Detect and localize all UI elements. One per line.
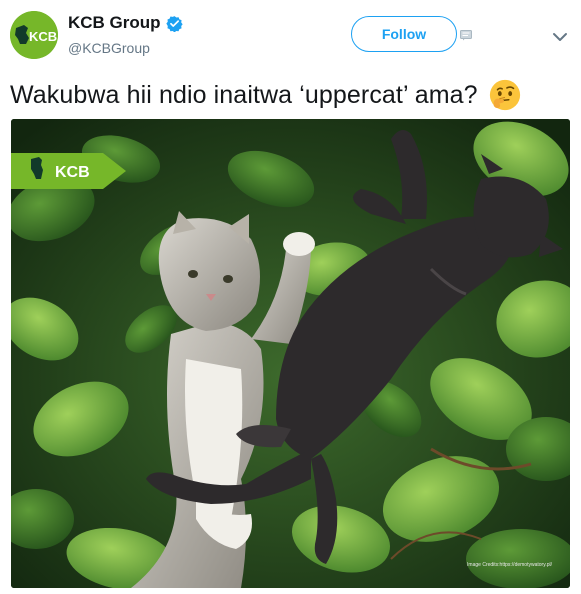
name-row: KCB Group — [68, 13, 183, 33]
tweet-text-content: Wakubwa hii ndio inaitwa ‘uppercat’ ama? — [10, 80, 478, 109]
watermark-logo-text: KCB — [55, 164, 90, 181]
follow-button[interactable]: Follow — [351, 16, 457, 52]
speech-note-icon[interactable] — [460, 28, 472, 41]
cats-photo: KCB — [11, 119, 570, 588]
tweet-header: KCB KCB Group @KCBGroup Follow — [0, 0, 581, 70]
display-name[interactable]: KCB Group — [68, 13, 161, 33]
verified-badge-icon — [165, 15, 183, 32]
kcb-watermark: KCB — [11, 153, 126, 189]
tweet-text: Wakubwa hii ndio inaitwa ‘uppercat’ ama? — [10, 78, 522, 112]
image-credit: Image Credits:https://demotywatory.pl/ — [467, 562, 552, 568]
chevron-down-icon[interactable] — [552, 30, 568, 42]
avatar-logo-text: KCB — [29, 29, 57, 44]
thinking-face-emoji-icon — [488, 78, 522, 112]
tweet-media-image[interactable]: KCB Image Credits:https://demotywatory.p… — [11, 119, 570, 588]
avatar[interactable]: KCB — [10, 11, 58, 59]
user-handle[interactable]: @KCBGroup — [68, 40, 150, 56]
